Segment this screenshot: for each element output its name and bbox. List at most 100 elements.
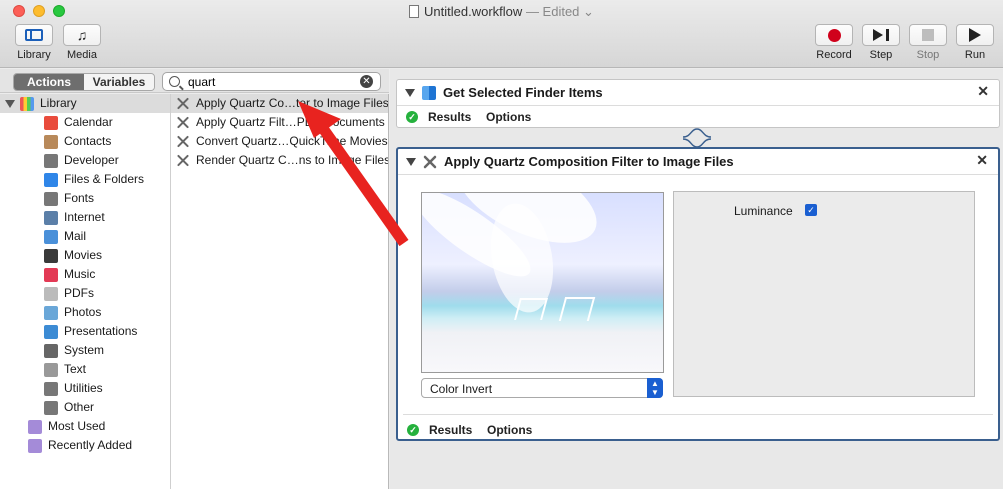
quartz-action-icon — [423, 155, 437, 169]
action-title: Get Selected Finder Items — [443, 85, 603, 100]
window-title[interactable]: Untitled.workflow — Edited ⌄ — [0, 4, 1003, 20]
luminance-label: Luminance — [734, 204, 793, 218]
sidebar-item-text[interactable]: Text — [0, 360, 170, 379]
actions-variables-switch: Actions Variables — [13, 73, 155, 91]
sidebar-item-developer[interactable]: Developer — [0, 151, 170, 170]
footer-divider — [403, 414, 993, 415]
sidebar-item-internet[interactable]: Internet — [0, 208, 170, 227]
library-search-field[interactable]: ✕ — [162, 72, 381, 91]
record-icon — [827, 28, 841, 42]
run-icon — [969, 28, 981, 42]
library-label: Library — [17, 49, 51, 61]
success-check-icon: ✓ — [407, 424, 419, 436]
step-button[interactable] — [862, 24, 900, 46]
fonts-icon — [44, 192, 58, 206]
contacts-icon — [44, 135, 58, 149]
sidebar-item-movies[interactable]: Movies — [0, 246, 170, 265]
library-icon — [25, 29, 43, 41]
luminance-checkbox[interactable]: ✓ — [805, 204, 817, 216]
run-button[interactable] — [956, 24, 994, 46]
filter-parameters-panel: Luminance ✓ — [673, 191, 975, 397]
finder-icon — [44, 173, 58, 187]
action-card-apply-quartz-filter[interactable]: Apply Quartz Composition Filter to Image… — [396, 147, 1000, 441]
sidebar-item-presentations[interactable]: Presentations — [0, 322, 170, 341]
action-footer: ✓ Results Options — [398, 419, 998, 441]
results-toggle[interactable]: Results — [428, 110, 471, 124]
stop-icon — [922, 29, 934, 41]
sidebar-item-music[interactable]: Music — [0, 265, 170, 284]
record-label: Record — [816, 49, 852, 61]
quartz-action-icon — [176, 116, 189, 129]
popup-chevrons-icon: ▲ ▼ — [647, 378, 663, 398]
action-header: Get Selected Finder Items ✕ — [397, 80, 999, 106]
sidebar-item-other[interactable]: Other — [0, 398, 170, 417]
search-input[interactable] — [188, 74, 358, 89]
stop-button[interactable] — [909, 24, 947, 46]
tab-variables[interactable]: Variables — [84, 74, 154, 90]
disclosure-triangle-icon[interactable] — [5, 100, 15, 108]
automator-window: Untitled.workflow — Edited ⌄ Library ♫ M… — [0, 0, 1003, 489]
options-toggle[interactable]: Options — [486, 110, 531, 124]
calendar-icon — [44, 116, 58, 130]
step-label: Step — [869, 49, 893, 61]
workflow-canvas[interactable]: Get Selected Finder Items ✕ ✓ Results Op… — [390, 69, 1003, 489]
finder-icon — [422, 86, 436, 100]
sidebar-item-utilities[interactable]: Utilities — [0, 379, 170, 398]
pdf-icon — [44, 287, 58, 301]
remove-action-icon[interactable]: ✕ — [976, 152, 988, 169]
mail-icon — [44, 230, 58, 244]
movies-icon — [44, 249, 58, 263]
sidebar-item-calendar[interactable]: Calendar — [0, 113, 170, 132]
sidebar-item-fonts[interactable]: Fonts — [0, 189, 170, 208]
library-root[interactable]: Library — [0, 94, 170, 113]
stop-label: Stop — [916, 49, 940, 61]
collapse-triangle-icon[interactable] — [405, 89, 415, 97]
collapse-triangle-icon[interactable] — [406, 158, 416, 166]
quartz-action-icon — [176, 154, 189, 167]
record-button[interactable] — [815, 24, 853, 46]
sidebar-item-system[interactable]: System — [0, 341, 170, 360]
remove-action-icon[interactable]: ✕ — [977, 83, 989, 100]
library-books-icon — [20, 97, 34, 111]
action-connector-icon — [683, 128, 711, 148]
developer-icon — [44, 154, 58, 168]
presentation-icon — [44, 325, 58, 339]
filter-popup-menu[interactable]: Color Invert ▲ ▼ — [421, 378, 663, 398]
photos-icon — [44, 306, 58, 320]
media-label: Media — [67, 49, 97, 61]
sidebar-item-mail[interactable]: Mail — [0, 227, 170, 246]
success-check-icon: ✓ — [406, 111, 418, 123]
utilities-icon — [44, 382, 58, 396]
results-toggle[interactable]: Results — [429, 423, 472, 437]
action-result-item[interactable]: Convert Quartz…QuickTime Movies — [171, 132, 388, 151]
action-header: Apply Quartz Composition Filter to Image… — [398, 149, 998, 175]
library-category-tree[interactable]: Library Calendar Contacts Developer Files &… — [0, 94, 171, 489]
globe-icon — [44, 211, 58, 225]
sidebar-item-files-folders[interactable]: Files & Folders — [0, 170, 170, 189]
action-card-get-selected-finder-items[interactable]: Get Selected Finder Items ✕ ✓ Results Op… — [396, 79, 1000, 128]
chevron-down-icon: ⌄ — [583, 4, 594, 19]
clear-search-icon[interactable]: ✕ — [360, 75, 373, 88]
music-icon — [44, 268, 58, 282]
media-icon: ♫ — [76, 27, 88, 43]
sidebar-item-pdfs[interactable]: PDFs — [0, 284, 170, 303]
action-result-item[interactable]: Render Quartz C…ns to Image Files — [171, 151, 388, 170]
step-icon — [873, 29, 889, 41]
sidebar-item-photos[interactable]: Photos — [0, 303, 170, 322]
system-icon — [44, 344, 58, 358]
sidebar-item-most-used[interactable]: Most Used — [0, 417, 170, 436]
action-result-item[interactable]: Apply Quartz Co…ter to Image Files — [171, 94, 388, 113]
sidebar-item-contacts[interactable]: Contacts — [0, 132, 170, 151]
action-title: Apply Quartz Composition Filter to Image… — [444, 154, 734, 169]
action-result-item[interactable]: Apply Quartz Filt…PDF Documents — [171, 113, 388, 132]
action-footer: ✓ Results Options — [397, 106, 999, 128]
action-results-list[interactable]: Apply Quartz Co…ter to Image Files Apply … — [171, 94, 389, 489]
media-button[interactable]: ♫ — [63, 24, 101, 46]
filter-preview-image — [421, 192, 664, 373]
tab-actions[interactable]: Actions — [14, 74, 84, 90]
options-toggle[interactable]: Options — [487, 423, 532, 437]
smart-folder-icon — [28, 439, 42, 453]
library-toggle-button[interactable] — [15, 24, 53, 46]
quartz-action-icon — [176, 97, 189, 110]
sidebar-item-recently-added[interactable]: Recently Added — [0, 436, 170, 455]
